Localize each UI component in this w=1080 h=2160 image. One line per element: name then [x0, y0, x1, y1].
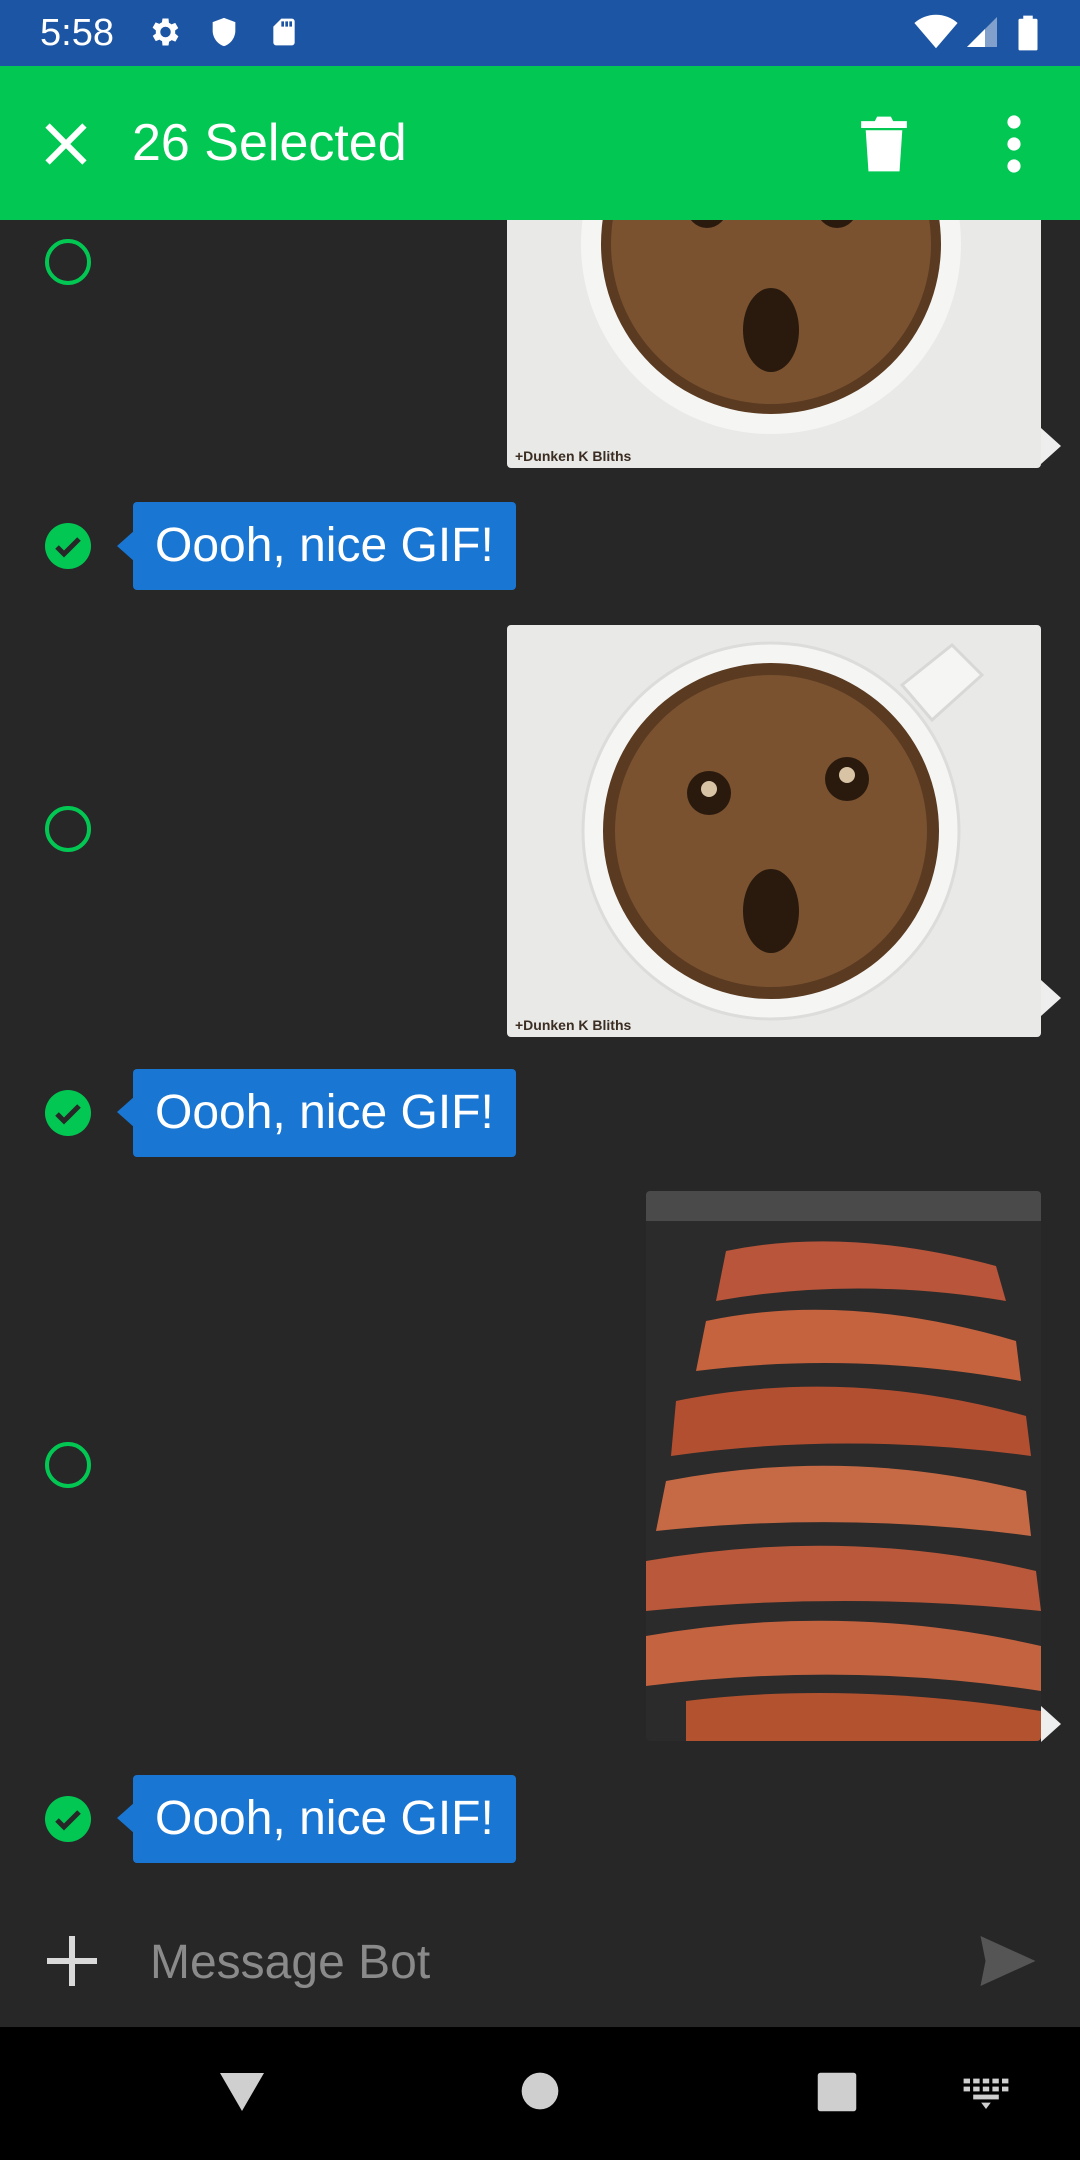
wifi-icon	[914, 14, 958, 49]
coffee-gif-image[interactable]: +Dunken K Bliths	[507, 220, 1041, 468]
plus-icon[interactable]	[42, 1931, 102, 1991]
message-list[interactable]: +Dunken K Bliths Oooh, nice GIF! +Dunken…	[0, 220, 1080, 1895]
signal-icon	[967, 17, 997, 47]
bacon-gif-image[interactable]	[646, 1191, 1041, 1741]
message-bubble[interactable]: Oooh, nice GIF!	[133, 502, 516, 590]
action-toolbar: 26 Selected	[0, 66, 1080, 220]
message-text: Oooh, nice GIF!	[155, 1792, 494, 1845]
unselected-circle-icon[interactable]	[44, 238, 92, 286]
battery-icon	[1018, 15, 1038, 51]
image-tail	[1041, 980, 1061, 1016]
message-composer	[0, 1895, 1080, 2027]
sd-card-icon	[273, 18, 295, 46]
close-icon[interactable]	[38, 116, 94, 172]
message-bubble[interactable]: Oooh, nice GIF!	[133, 1069, 516, 1157]
message-text: Oooh, nice GIF!	[155, 519, 494, 572]
status-bar: 5:58	[0, 0, 1080, 66]
coffee-gif-image[interactable]: +Dunken K Bliths	[507, 625, 1041, 1037]
message-input[interactable]	[148, 1925, 952, 1999]
image-credit: +Dunken K Bliths	[515, 448, 632, 464]
check-circle-icon[interactable]	[44, 522, 92, 570]
shield-icon	[212, 17, 236, 47]
status-time: 5:58	[40, 12, 114, 54]
trash-icon[interactable]	[856, 112, 912, 176]
image-tail	[1041, 428, 1061, 464]
more-vert-icon[interactable]	[992, 114, 1036, 174]
image-tail	[1041, 1706, 1061, 1742]
check-circle-icon[interactable]	[44, 1795, 92, 1843]
navigation-bar	[0, 2027, 1080, 2160]
gear-icon	[152, 18, 179, 46]
selection-count-title: 26 Selected	[132, 114, 407, 172]
send-icon[interactable]	[978, 1933, 1038, 1989]
home-icon[interactable]	[520, 2071, 560, 2111]
message-bubble[interactable]: Oooh, nice GIF!	[133, 1775, 516, 1863]
keyboard-icon[interactable]	[962, 2077, 1010, 2109]
unselected-circle-icon[interactable]	[44, 1441, 92, 1489]
image-credit: +Dunken K Bliths	[515, 1017, 632, 1033]
check-circle-icon[interactable]	[44, 1089, 92, 1137]
recents-icon[interactable]	[816, 2071, 858, 2113]
back-icon[interactable]	[218, 2069, 266, 2113]
message-text: Oooh, nice GIF!	[155, 1086, 494, 1139]
unselected-circle-icon[interactable]	[44, 805, 92, 853]
